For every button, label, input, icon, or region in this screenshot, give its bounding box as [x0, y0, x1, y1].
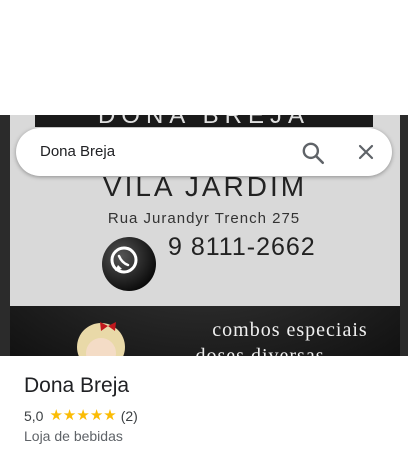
star-icon: ★ — [103, 407, 117, 424]
star-icon: ★ — [62, 407, 77, 424]
rating-row[interactable]: 5,0 ★ ★ ★ ★ ★ (2) — [24, 406, 394, 426]
star-icon: ★ — [89, 407, 104, 424]
sign-promo2-text: doses diversas — [196, 345, 325, 356]
sign-top-text: DONA BREJA — [98, 115, 310, 129]
search-input[interactable]: Dona Breja — [40, 143, 115, 160]
search-icon[interactable] — [300, 140, 326, 166]
review-count[interactable]: (2) — [121, 408, 138, 424]
star-rating: ★ ★ ★ ★ ★ — [49, 408, 116, 424]
place-category[interactable]: Loja de bebidas — [24, 428, 394, 444]
whatsapp-icon — [102, 237, 156, 291]
star-icon: ★ — [76, 407, 90, 424]
star-icon: ★ — [49, 407, 63, 424]
rating-value: 5,0 — [24, 408, 44, 424]
sign-promo1-text: combos especiais — [212, 319, 367, 341]
place-info-panel: Dona Breja 5,0 ★ ★ ★ ★ ★ (2) Loja de beb… — [24, 370, 394, 444]
place-name: Dona Breja — [24, 374, 130, 397]
sign-address-text: Rua Jurandyr Trench 275 — [108, 210, 300, 227]
search-bar[interactable]: Dona Breja — [16, 128, 392, 176]
close-icon[interactable] — [354, 140, 378, 164]
sign-phone-text: 9 8111-2662 — [168, 233, 316, 261]
